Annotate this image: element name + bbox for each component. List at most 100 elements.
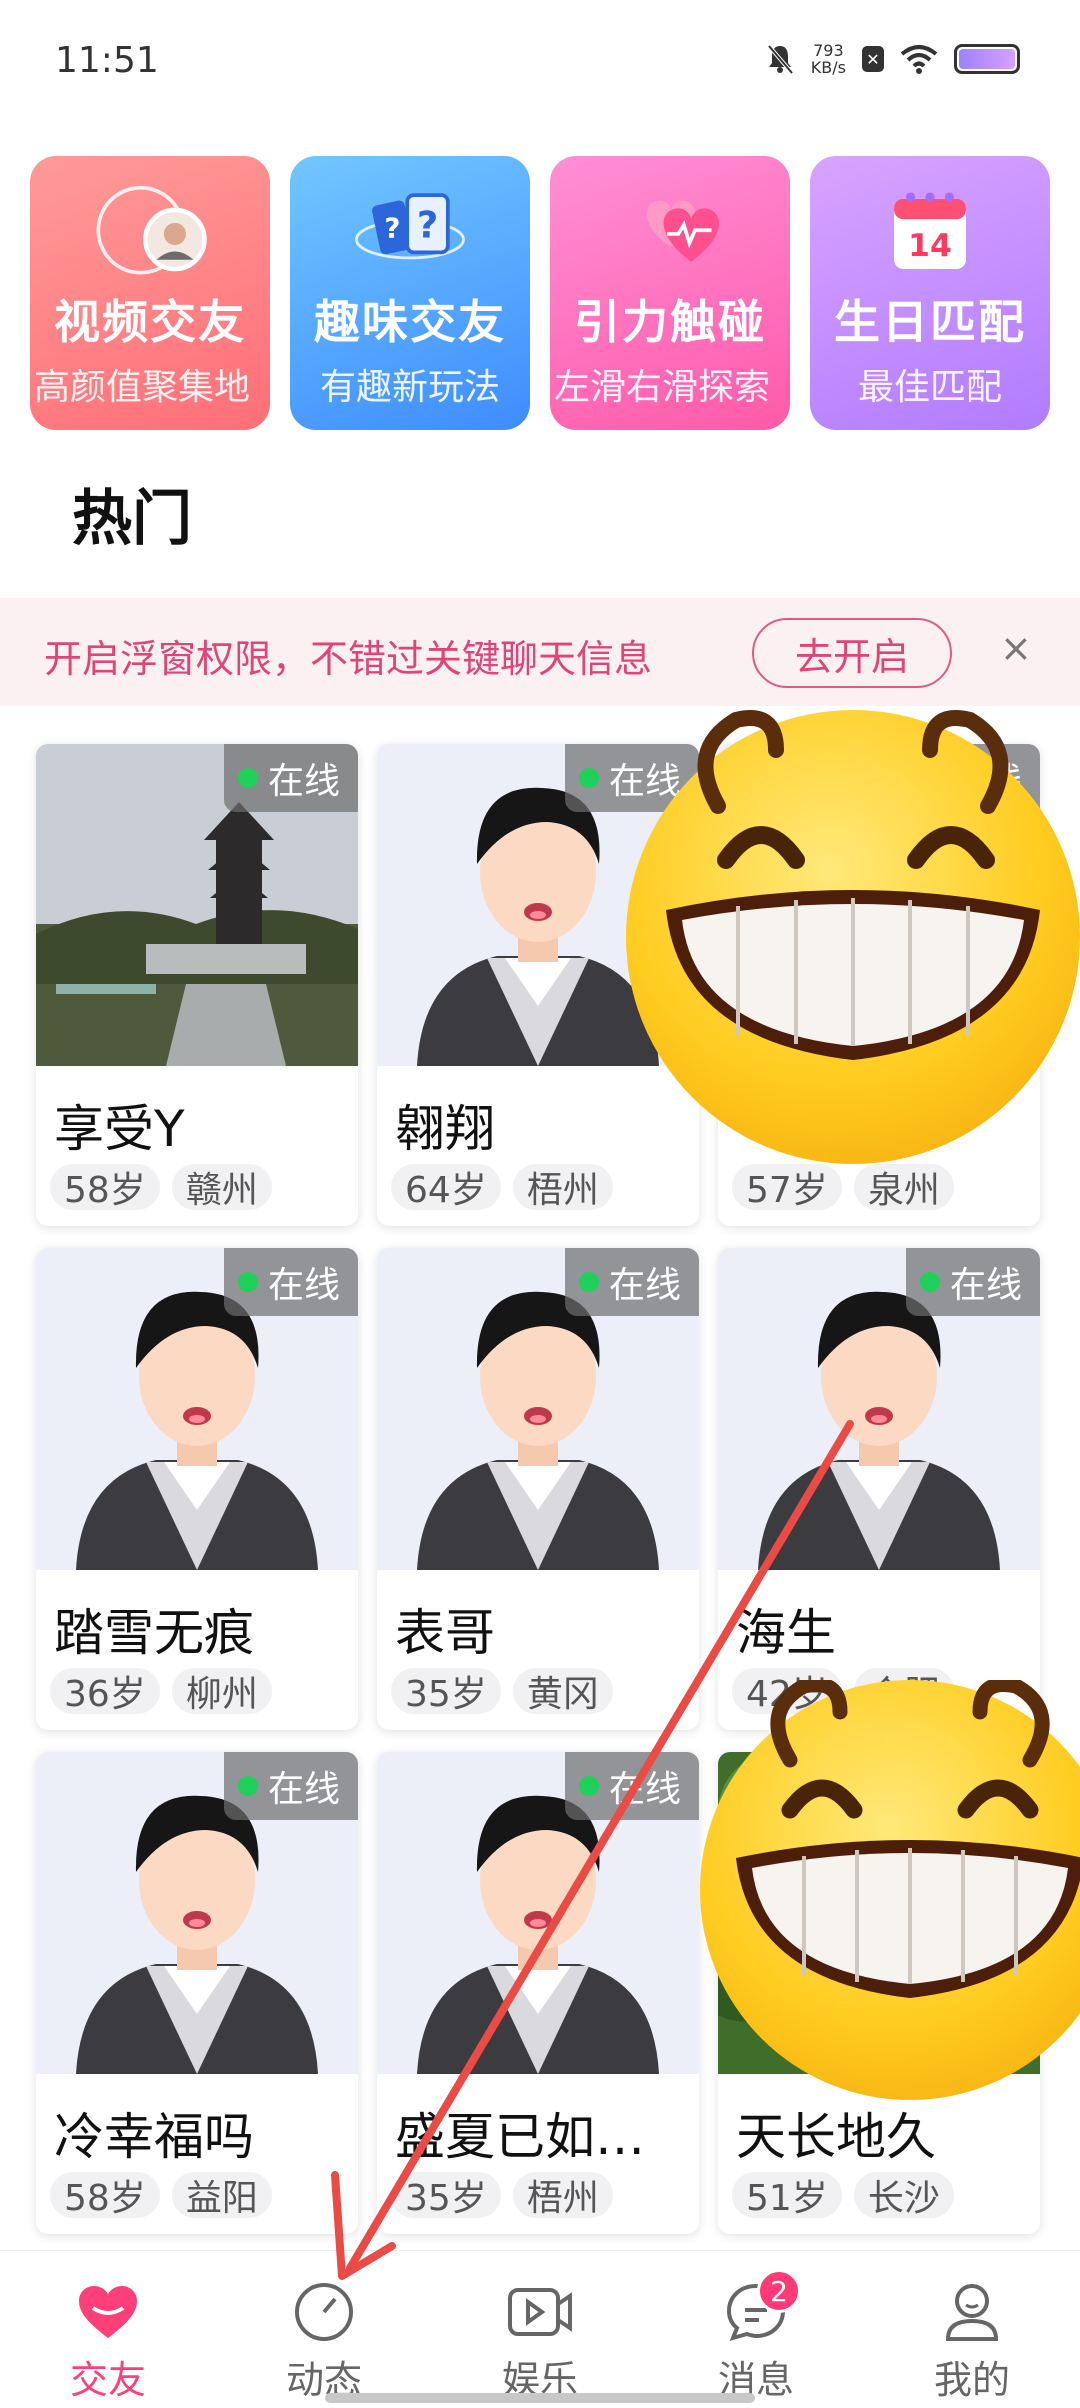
status-icons: 793 KB/s ✕ bbox=[765, 42, 1020, 76]
nav-label: 我的 bbox=[933, 2358, 1010, 2402]
feature-video-dating[interactable]: 视频交友 高颜值聚集地 bbox=[30, 156, 270, 430]
age-tag: 35岁 bbox=[391, 2172, 501, 2219]
svg-text:?: ? bbox=[417, 204, 438, 247]
compass-icon bbox=[289, 2279, 359, 2345]
bottom-nav: 交友 动态 娱乐 2 消息 我的 bbox=[0, 2250, 1080, 2408]
user-name: 表哥 bbox=[395, 1604, 495, 1662]
nav-item-messages[interactable]: 2 消息 bbox=[648, 2251, 864, 2408]
online-status-badge: 在线 bbox=[223, 1248, 358, 1316]
user-name: 海生 bbox=[736, 1604, 836, 1662]
feature-birthday-match[interactable]: 14 生日匹配 最佳匹配 bbox=[810, 156, 1050, 430]
online-status-text: 在线 bbox=[267, 1769, 340, 1810]
heart-icon bbox=[73, 2279, 143, 2345]
user-name: 天长地久 bbox=[736, 2108, 936, 2166]
nav-item-entertainment[interactable]: 娱乐 bbox=[432, 2251, 648, 2408]
battery-icon bbox=[954, 44, 1020, 74]
user-name: 冷幸福吗 bbox=[54, 2108, 254, 2166]
nav-item-dating[interactable]: 交友 bbox=[0, 2251, 216, 2408]
online-dot-icon bbox=[578, 1272, 599, 1292]
network-speed: 793 KB/s bbox=[810, 41, 846, 77]
hearts-icon bbox=[610, 178, 730, 288]
close-icon[interactable]: × bbox=[1000, 626, 1032, 670]
age-tag: 58岁 bbox=[50, 1164, 160, 1211]
user-card[interactable]: 在线冷幸福吗 58岁 益阳 bbox=[36, 1752, 358, 2234]
city-tag: 柳州 bbox=[171, 1668, 272, 1715]
online-status-text: 在线 bbox=[267, 1265, 340, 1306]
wifi-icon bbox=[900, 45, 938, 74]
notice-text: 开启浮窗权限，不错过关键聊天信息 bbox=[44, 637, 653, 681]
age-tag: 36岁 bbox=[50, 1668, 160, 1715]
city-tag: 长沙 bbox=[853, 2172, 954, 2219]
calendar-icon: 14 bbox=[870, 178, 990, 288]
online-status-badge: 在线 bbox=[905, 1248, 1040, 1316]
city-tag: 梧州 bbox=[512, 1164, 613, 1211]
city-tag: 泉州 bbox=[853, 1164, 954, 1211]
user-tags: 35岁 梧州 bbox=[391, 2172, 613, 2219]
online-dot-icon bbox=[578, 768, 599, 788]
feature-title: 视频交友 bbox=[54, 295, 246, 349]
feature-cards: 视频交友 高颜值聚集地 ? ? 趣味交友 有趣新玩法 引力触碰 左滑右滑探索 1… bbox=[30, 156, 1050, 430]
age-tag: 64岁 bbox=[391, 1164, 501, 1211]
nav-item-profile[interactable]: 我的 bbox=[864, 2251, 1080, 2408]
online-status-text: 在线 bbox=[949, 1265, 1022, 1306]
home-indicator bbox=[325, 2393, 755, 2403]
city-tag: 黄冈 bbox=[512, 1668, 613, 1715]
calendar-day: 14 bbox=[908, 228, 952, 264]
mute-bell-icon bbox=[767, 44, 794, 75]
user-tags: 58岁 赣州 bbox=[50, 1164, 272, 1211]
user-tags: 58岁 益阳 bbox=[50, 2172, 272, 2219]
enable-permission-button[interactable]: 去开启 bbox=[752, 618, 952, 688]
user-tags: 36岁 柳州 bbox=[50, 1668, 272, 1715]
user-tags: 35岁 黄冈 bbox=[391, 1668, 613, 1715]
age-tag: 51岁 bbox=[732, 2172, 842, 2219]
user-card[interactable]: 在线表哥 35岁 黄冈 bbox=[377, 1248, 699, 1730]
user-card[interactable]: 在线海生42岁合肥 bbox=[718, 1248, 1040, 1730]
online-dot-icon bbox=[919, 1272, 940, 1292]
laughing-emoji-sticker bbox=[626, 710, 1080, 1164]
online-dot-icon bbox=[237, 1272, 258, 1292]
user-tags: 64岁 梧州 bbox=[391, 1164, 613, 1211]
user-card[interactable]: 在线踏雪无痕 36岁 柳州 bbox=[36, 1248, 358, 1730]
feature-subtitle: 有趣新玩法 bbox=[319, 367, 500, 408]
user-card[interactable]: 在线享受Y 58岁 赣州 bbox=[36, 744, 358, 1226]
nav-label: 交友 bbox=[69, 2358, 146, 2402]
online-status-text: 在线 bbox=[608, 1265, 681, 1306]
status-bar: 11:51 793 KB/s ✕ bbox=[0, 0, 1080, 120]
feature-gravity-touch[interactable]: 引力触碰 左滑右滑探索 bbox=[550, 156, 790, 430]
feature-title: 趣味交友 bbox=[314, 295, 506, 349]
svg-text:?: ? bbox=[384, 212, 400, 245]
feature-title: 生日匹配 bbox=[834, 295, 1026, 349]
notification-icon: ✕ bbox=[862, 46, 884, 72]
laughing-emoji-sticker bbox=[700, 1680, 1080, 2100]
city-tag: 益阳 bbox=[171, 2172, 272, 2219]
online-dot-icon bbox=[237, 768, 258, 788]
permission-notice: 开启浮窗权限，不错过关键聊天信息 去开启 × bbox=[0, 598, 1080, 706]
age-tag: 35岁 bbox=[391, 1668, 501, 1715]
online-dot-icon bbox=[237, 1776, 258, 1796]
nav-item-moments[interactable]: 动态 bbox=[216, 2251, 432, 2408]
user-name: 踏雪无痕 bbox=[54, 1604, 254, 1662]
online-status-badge: 在线 bbox=[223, 1752, 358, 1820]
status-time: 11:51 bbox=[55, 40, 159, 81]
video-avatar-icon bbox=[90, 178, 210, 288]
user-card[interactable]: 在线盛夏已如… 35岁 梧州 bbox=[377, 1752, 699, 2234]
user-name: 盛夏已如… bbox=[395, 2108, 645, 2166]
profile-icon bbox=[937, 2279, 1007, 2345]
online-dot-icon bbox=[578, 1776, 599, 1796]
online-status-badge: 在线 bbox=[223, 744, 358, 812]
section-title: 热门 bbox=[72, 484, 192, 554]
feature-subtitle: 最佳匹配 bbox=[857, 367, 1002, 408]
user-name: 享受Y bbox=[54, 1100, 185, 1158]
feature-fun-dating[interactable]: ? ? 趣味交友 有趣新玩法 bbox=[290, 156, 530, 430]
chat-icon: 2 bbox=[721, 2269, 801, 2345]
feature-subtitle: 左滑右滑探索 bbox=[554, 367, 771, 408]
online-status-text: 在线 bbox=[267, 761, 340, 802]
message-badge: 2 bbox=[757, 2269, 801, 2313]
online-status-badge: 在线 bbox=[564, 1248, 699, 1316]
user-tags: 57岁 泉州 bbox=[732, 1164, 954, 1211]
city-tag: 赣州 bbox=[171, 1164, 272, 1211]
video-play-icon bbox=[505, 2279, 575, 2345]
online-status-text: 在线 bbox=[608, 1769, 681, 1810]
age-tag: 57岁 bbox=[732, 1164, 842, 1211]
feature-subtitle: 高颜值聚集地 bbox=[34, 367, 251, 408]
